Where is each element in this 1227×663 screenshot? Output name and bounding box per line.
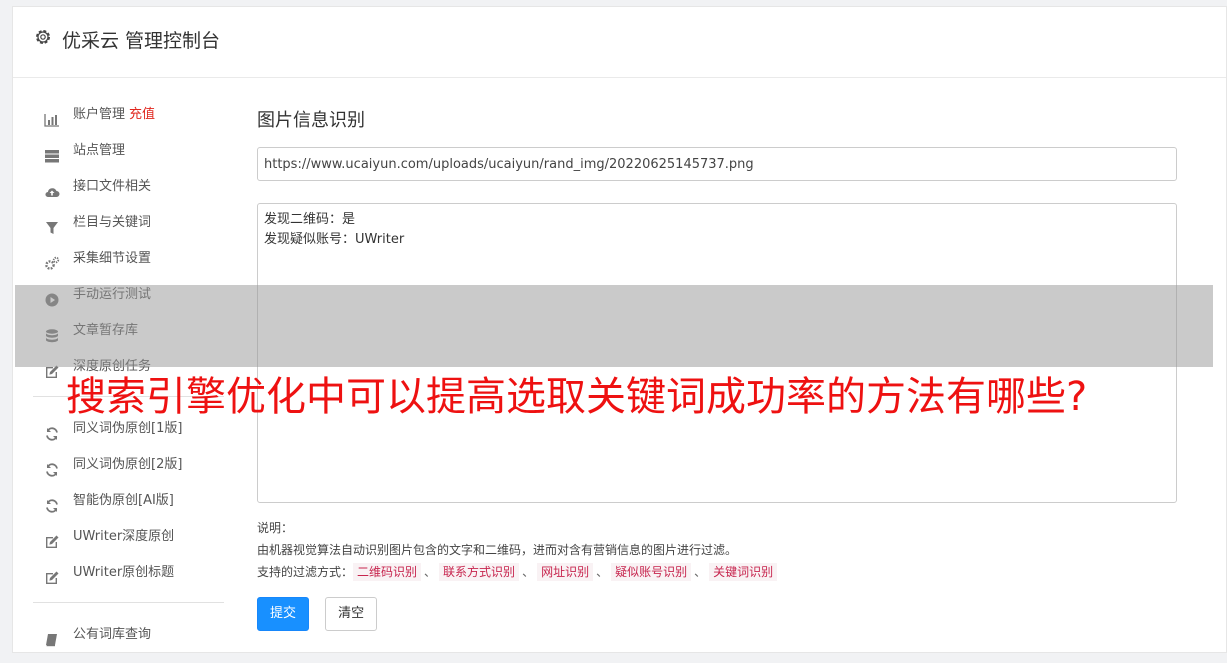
sidebar-item-label: 账户管理 xyxy=(73,107,126,122)
edit-icon xyxy=(44,529,60,548)
sidebar-item[interactable]: 公有词库查询 xyxy=(33,617,224,653)
overlay-headline: 搜索引擎优化中可以提高选取关键词成功率的方法有哪些? xyxy=(66,374,1088,420)
filter-method-tag: 二维码识别 xyxy=(353,563,422,581)
submit-button[interactable]: 提交 xyxy=(257,597,310,631)
banner-overlay xyxy=(15,285,1213,367)
sidebar-item[interactable]: UWriter深度原创 xyxy=(33,519,224,555)
sidebar-item-label: UWriter深度原创 xyxy=(73,529,175,544)
tag-separator: 、 xyxy=(424,565,437,579)
sidebar-item[interactable]: 栏目与关键词 xyxy=(33,205,224,241)
sidebar-item[interactable]: 账户管理 充值 xyxy=(33,97,224,133)
gear-icon xyxy=(36,30,50,44)
filter-method-tag: 疑似账号识别 xyxy=(611,563,692,581)
sidebar-item[interactable]: 同义词伪原创[2版] xyxy=(33,447,224,483)
tag-separator: 、 xyxy=(694,565,707,579)
server-icon xyxy=(44,143,60,163)
sidebar-item-label: 智能伪原创[AI版] xyxy=(73,493,174,508)
page-title: 优采云 管理控制台 xyxy=(62,30,221,52)
refresh-icon xyxy=(44,493,60,513)
section-title: 图片信息识别 xyxy=(257,110,365,131)
filter-methods: 支持的过滤方式： 二维码识别、联系方式识别、网址识别、疑似账号识别、关键词识别 xyxy=(257,561,1177,583)
button-row: 提交 清空 xyxy=(257,597,1177,631)
filter-method-tag: 联系方式识别 xyxy=(439,563,520,581)
sidebar-item[interactable]: 智能伪原创[AI版] xyxy=(33,483,224,519)
sidebar-divider xyxy=(33,602,224,603)
filter-method-tag: 关键词识别 xyxy=(709,563,778,581)
sidebar-item-label: 同义词伪原创[1版] xyxy=(73,421,183,436)
filter-methods-label: 支持的过滤方式： xyxy=(257,565,354,579)
header: 优采云 管理控制台 xyxy=(13,7,1226,78)
refresh-icon xyxy=(44,457,60,477)
image-url-input[interactable] xyxy=(257,147,1177,181)
tag-separator: 、 xyxy=(596,565,609,579)
cloud-upload-icon xyxy=(44,179,60,198)
sidebar-item-label: 站点管理 xyxy=(73,143,126,158)
sidebar-item[interactable]: 采集细节设置 xyxy=(33,241,224,277)
filter-icon xyxy=(44,215,60,234)
sidebar-item-label: 接口文件相关 xyxy=(73,179,152,194)
refresh-icon xyxy=(44,421,60,441)
gears-icon xyxy=(44,251,60,270)
tag-separator: 、 xyxy=(522,565,535,579)
recharge-link[interactable]: 充值 xyxy=(129,107,155,122)
sidebar-item-label: 同义词伪原创[2版] xyxy=(73,457,183,472)
notes-label: 说明： xyxy=(257,521,294,535)
edit-icon xyxy=(44,565,60,584)
sidebar-item-label: 栏目与关键词 xyxy=(73,215,152,230)
notes: 说明： 由机器视觉算法自动识别图片包含的文字和二维码，进而对含有营销信息的图片进… xyxy=(257,517,1177,583)
sidebar-item[interactable]: 接口文件相关 xyxy=(33,169,224,205)
filter-method-tag: 网址识别 xyxy=(537,563,594,581)
sidebar-item[interactable]: 站点管理 xyxy=(33,133,224,169)
book-icon xyxy=(44,627,60,647)
sidebar-item[interactable]: UWriter原创标题 xyxy=(33,555,224,591)
sidebar-item-label: UWriter原创标题 xyxy=(73,565,175,580)
bar-chart-icon xyxy=(44,107,60,127)
clear-button[interactable]: 清空 xyxy=(325,597,378,631)
sidebar-item-label: 公有词库查询 xyxy=(73,627,152,642)
notes-description: 由机器视觉算法自动识别图片包含的文字和二维码，进而对含有营销信息的图片进行过滤。 xyxy=(257,543,738,557)
sidebar-item-label: 采集细节设置 xyxy=(73,251,152,266)
